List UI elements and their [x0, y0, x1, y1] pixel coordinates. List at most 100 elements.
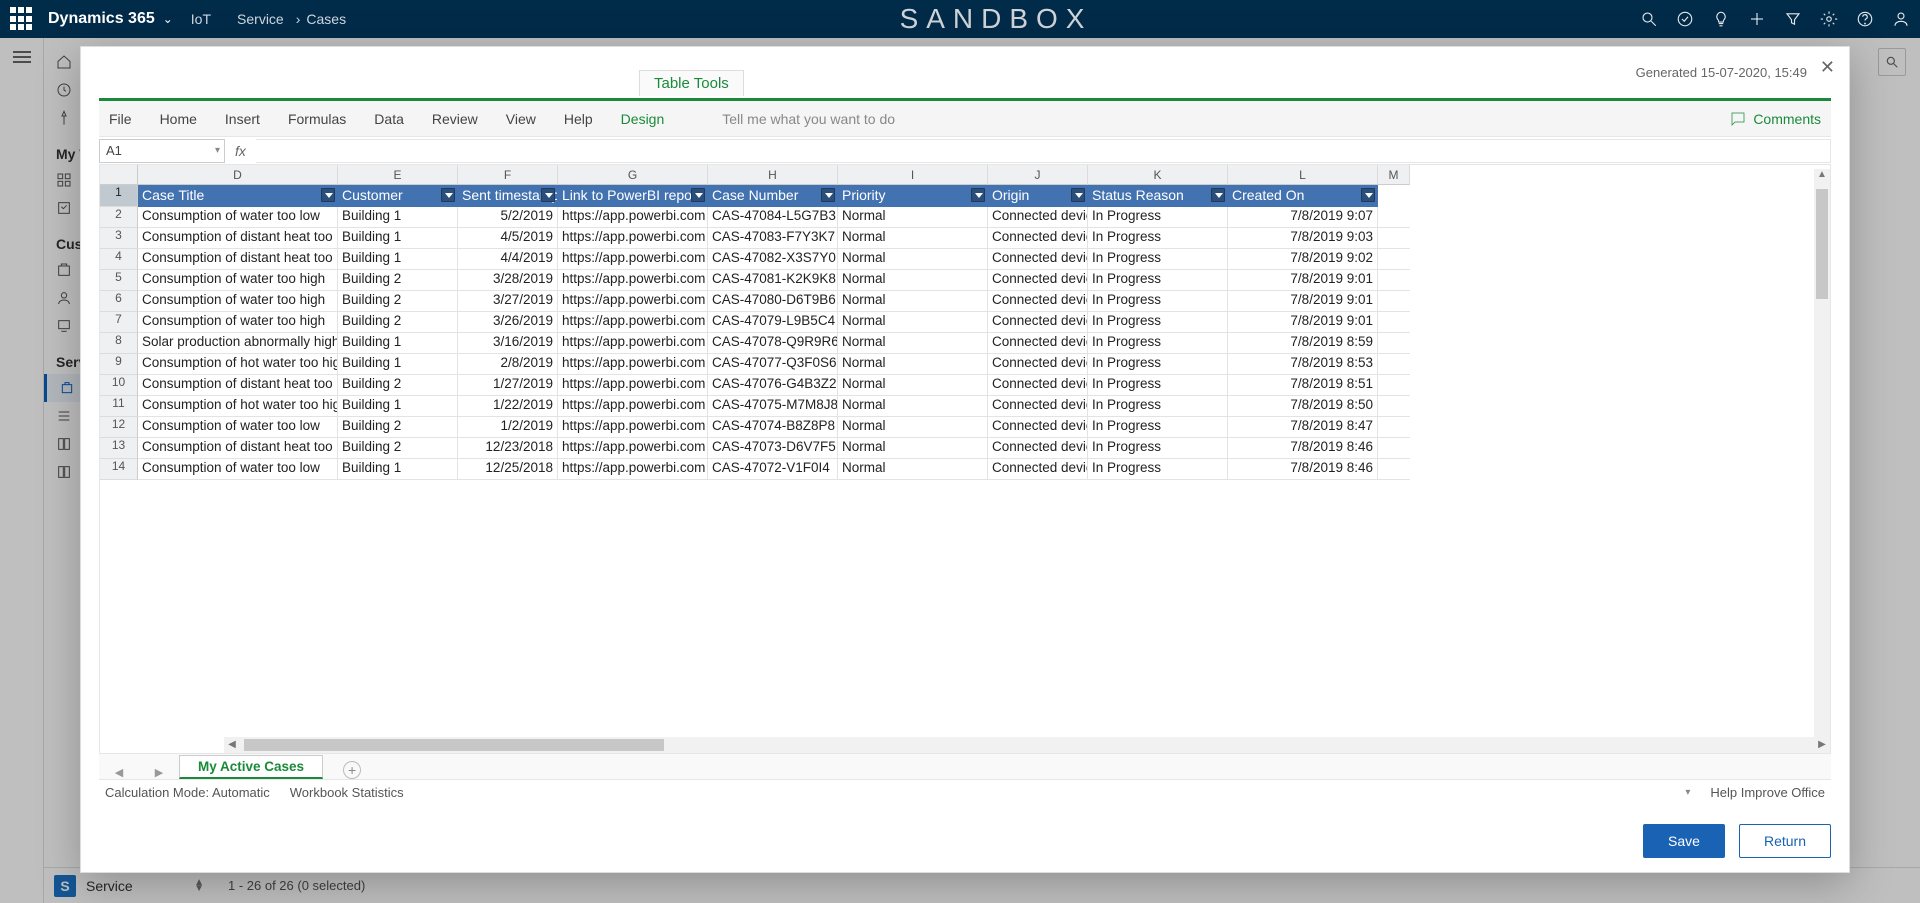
cell[interactable]: https://app.powerbi.com — [558, 333, 708, 354]
column-header[interactable]: K — [1088, 165, 1228, 185]
cell[interactable]: 3/16/2019 — [458, 333, 558, 354]
save-button[interactable]: Save — [1643, 824, 1725, 858]
cell[interactable]: 7/8/2019 9:03 — [1228, 228, 1378, 249]
filter-dropdown-icon[interactable] — [1071, 188, 1085, 202]
filter-dropdown-icon[interactable] — [441, 188, 455, 202]
cell[interactable]: Normal — [838, 228, 988, 249]
cell[interactable]: Connected device — [988, 333, 1088, 354]
cell[interactable]: In Progress — [1088, 207, 1228, 228]
user-icon[interactable] — [1892, 10, 1910, 28]
cell[interactable]: 7/8/2019 8:51 — [1228, 375, 1378, 396]
cell[interactable]: https://app.powerbi.com — [558, 438, 708, 459]
cell[interactable]: Building 1 — [338, 459, 458, 480]
vertical-scrollbar[interactable]: ▲▼ — [1814, 185, 1830, 737]
cell[interactable] — [1378, 228, 1410, 249]
cell[interactable]: In Progress — [1088, 396, 1228, 417]
row-header[interactable]: 6 — [100, 291, 138, 312]
table-column-header[interactable]: Origin — [988, 185, 1088, 207]
row-header[interactable]: 4 — [100, 249, 138, 270]
cell[interactable]: https://app.powerbi.com — [558, 249, 708, 270]
cell[interactable]: 7/8/2019 8:59 — [1228, 333, 1378, 354]
cell[interactable]: Connected device — [988, 375, 1088, 396]
cell[interactable] — [1378, 312, 1410, 333]
column-header[interactable]: M — [1378, 165, 1410, 185]
cell[interactable]: Consumption of water too high — [138, 270, 338, 291]
cell[interactable]: 7/8/2019 8:53 — [1228, 354, 1378, 375]
cell[interactable]: Normal — [838, 417, 988, 438]
cell[interactable]: CAS-47083-F7Y3K7 — [708, 228, 838, 249]
cell[interactable]: https://app.powerbi.com — [558, 312, 708, 333]
filter-icon[interactable] — [1784, 10, 1802, 28]
cell[interactable]: Connected device — [988, 228, 1088, 249]
status-caret[interactable]: ▾ — [1685, 787, 1690, 798]
filter-dropdown-icon[interactable] — [541, 188, 555, 202]
cell[interactable]: 4/4/2019 — [458, 249, 558, 270]
cell[interactable]: Consumption of water too high — [138, 291, 338, 312]
cell[interactable]: Connected device — [988, 459, 1088, 480]
cell[interactable]: Building 2 — [338, 417, 458, 438]
cell[interactable]: Normal — [838, 207, 988, 228]
cell[interactable]: Normal — [838, 291, 988, 312]
cell[interactable]: Consumption of hot water too high — [138, 354, 338, 375]
cell[interactable]: 1/27/2019 — [458, 375, 558, 396]
cell[interactable]: Normal — [838, 396, 988, 417]
filter-dropdown-icon[interactable] — [971, 188, 985, 202]
tell-me-input[interactable]: Tell me what you want to do — [722, 111, 895, 127]
help-improve[interactable]: Help Improve Office — [1710, 785, 1825, 800]
cell[interactable]: Building 2 — [338, 291, 458, 312]
cell[interactable] — [1378, 396, 1410, 417]
cell[interactable]: In Progress — [1088, 459, 1228, 480]
task-check-icon[interactable] — [1676, 10, 1694, 28]
row-header[interactable]: 2 — [100, 207, 138, 228]
cell[interactable]: In Progress — [1088, 291, 1228, 312]
comments-button[interactable]: Comments — [1729, 110, 1821, 128]
filter-dropdown-icon[interactable] — [691, 188, 705, 202]
ribbon-tab-file[interactable]: File — [109, 111, 132, 127]
cell[interactable]: 7/8/2019 9:01 — [1228, 270, 1378, 291]
cell[interactable]: 7/8/2019 9:01 — [1228, 312, 1378, 333]
cell[interactable]: 12/23/2018 — [458, 438, 558, 459]
plus-icon[interactable] — [1748, 10, 1766, 28]
cell[interactable] — [1378, 207, 1410, 228]
table-column-header[interactable]: Case Title — [138, 185, 338, 207]
cell[interactable]: In Progress — [1088, 228, 1228, 249]
cell[interactable]: Building 2 — [338, 270, 458, 291]
cell[interactable]: Solar production abnormally high — [138, 333, 338, 354]
cell[interactable]: Consumption of distant heat too — [138, 375, 338, 396]
cell[interactable]: 3/27/2019 — [458, 291, 558, 312]
column-header[interactable]: F — [458, 165, 558, 185]
cell[interactable]: 7/8/2019 9:02 — [1228, 249, 1378, 270]
cell[interactable]: 3/28/2019 — [458, 270, 558, 291]
select-all-corner[interactable] — [100, 165, 138, 185]
row-header[interactable]: 12 — [100, 417, 138, 438]
cell[interactable]: Normal — [838, 270, 988, 291]
column-header[interactable]: J — [988, 165, 1088, 185]
cell[interactable]: 7/8/2019 8:46 — [1228, 459, 1378, 480]
cell[interactable]: Consumption of water too high — [138, 312, 338, 333]
filter-dropdown-icon[interactable] — [321, 188, 335, 202]
ribbon-tab-design[interactable]: Design — [621, 111, 665, 127]
cell[interactable]: Building 1 — [338, 228, 458, 249]
cell[interactable] — [1378, 333, 1410, 354]
cell[interactable]: Consumption of distant heat too — [138, 249, 338, 270]
ribbon-tab-formulas[interactable]: Formulas — [288, 111, 346, 127]
filter-dropdown-icon[interactable] — [1361, 188, 1375, 202]
cell[interactable]: Connected device — [988, 417, 1088, 438]
ribbon-tab-view[interactable]: View — [506, 111, 536, 127]
ribbon-tab-review[interactable]: Review — [432, 111, 478, 127]
cell[interactable]: https://app.powerbi.com — [558, 228, 708, 249]
row-header[interactable]: 5 — [100, 270, 138, 291]
row-header[interactable]: 11 — [100, 396, 138, 417]
cell[interactable]: CAS-47077-Q3F0S6 — [708, 354, 838, 375]
cell[interactable]: Normal — [838, 375, 988, 396]
table-column-header[interactable]: Created On — [1228, 185, 1378, 207]
cell[interactable]: https://app.powerbi.com — [558, 270, 708, 291]
row-header[interactable]: 14 — [100, 459, 138, 480]
breadcrumb-cases[interactable]: Cases — [306, 11, 346, 27]
cell[interactable]: https://app.powerbi.com — [558, 459, 708, 480]
cell[interactable]: CAS-47074-B8Z8P8 — [708, 417, 838, 438]
row-header[interactable]: 10 — [100, 375, 138, 396]
cell[interactable]: CAS-47080-D6T9B6 — [708, 291, 838, 312]
cell[interactable]: CAS-47075-M7M8J8 — [708, 396, 838, 417]
cell[interactable]: Connected device — [988, 207, 1088, 228]
